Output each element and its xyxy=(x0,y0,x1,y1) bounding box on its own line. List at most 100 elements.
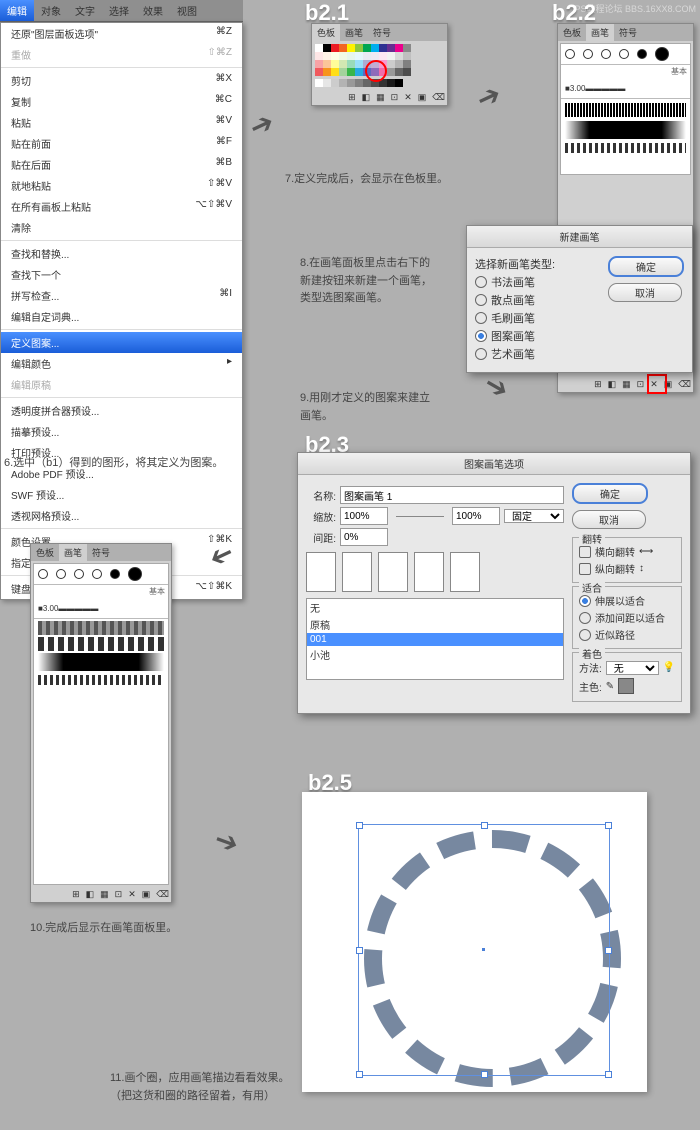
menu-item[interactable]: 透视网格预设... xyxy=(1,505,242,526)
swatch[interactable] xyxy=(339,68,347,76)
swatch[interactable] xyxy=(323,79,331,87)
swatch[interactable] xyxy=(315,60,323,68)
list-item[interactable]: 无 xyxy=(307,599,563,616)
tile-outer[interactable] xyxy=(342,552,372,592)
brush-type-radio[interactable]: 图案画笔 xyxy=(475,328,598,344)
handle[interactable] xyxy=(481,1071,488,1078)
menu-item[interactable]: 拼写检查...⌘I xyxy=(1,285,242,306)
ok-button[interactable]: 确定 xyxy=(572,483,648,504)
menu-item[interactable]: SWF 预设... xyxy=(1,484,242,505)
swatch[interactable] xyxy=(347,52,355,60)
brush-type-radio[interactable]: 散点画笔 xyxy=(475,292,598,308)
swatch[interactable] xyxy=(355,60,363,68)
menu-item[interactable]: 剪切⌘X xyxy=(1,70,242,91)
swatch[interactable] xyxy=(395,68,403,76)
panel-tab[interactable]: 符号 xyxy=(368,24,396,41)
swatch[interactable] xyxy=(395,44,403,52)
handle[interactable] xyxy=(605,947,612,954)
swatch[interactable] xyxy=(403,68,411,76)
swatch[interactable] xyxy=(363,52,371,60)
panel-tab[interactable]: 符号 xyxy=(614,24,642,41)
swatch[interactable] xyxy=(363,44,371,52)
cancel-button[interactable]: 取消 xyxy=(572,510,646,529)
panel-tab[interactable]: 画笔 xyxy=(586,24,614,41)
swatch[interactable] xyxy=(339,44,347,52)
swatch[interactable] xyxy=(403,44,411,52)
name-input[interactable] xyxy=(340,486,564,504)
footer-icon[interactable]: ⊞ xyxy=(594,379,602,390)
menu-item[interactable]: 清除 xyxy=(1,217,242,238)
fit-radio[interactable]: 近似路径 xyxy=(579,627,675,642)
footer-icon[interactable]: ⌫ xyxy=(432,92,445,103)
swatch[interactable] xyxy=(379,44,387,52)
menu-item[interactable]: 编辑自定词典... xyxy=(1,306,242,327)
swatch[interactable] xyxy=(339,79,347,87)
panel-tab[interactable]: 色板 xyxy=(558,24,586,41)
footer-icon[interactable]: ◧ xyxy=(362,92,371,103)
handle[interactable] xyxy=(356,947,363,954)
brush-type-radio[interactable]: 书法画笔 xyxy=(475,274,598,290)
footer-icon[interactable]: ⊡ xyxy=(115,889,123,900)
handle[interactable] xyxy=(605,1071,612,1078)
swatch[interactable] xyxy=(371,44,379,52)
menu-tab[interactable]: 对象 xyxy=(34,0,68,21)
menu-item[interactable]: 还原"图层面板选项"⌘Z xyxy=(1,23,242,44)
swatch[interactable] xyxy=(395,79,403,87)
swatch[interactable] xyxy=(355,44,363,52)
panel-tab[interactable]: 色板 xyxy=(31,544,59,561)
footer-icon[interactable]: ✕ xyxy=(128,889,136,900)
panel-tab[interactable]: 符号 xyxy=(87,544,115,561)
swatch[interactable] xyxy=(355,68,363,76)
list-item[interactable]: 001 xyxy=(307,633,563,646)
swatch[interactable] xyxy=(403,52,411,60)
scale-mode-select[interactable]: 固定 xyxy=(504,509,564,523)
footer-icon[interactable]: ⌫ xyxy=(156,889,169,900)
menu-item[interactable]: 编辑颜色 xyxy=(1,353,242,374)
scale-input-2[interactable] xyxy=(452,507,500,525)
pattern-listbox[interactable]: 无原稿001小池 xyxy=(306,598,564,680)
menu-tab[interactable]: 视图 xyxy=(170,0,204,21)
swatch[interactable] xyxy=(323,52,331,60)
swatch[interactable] xyxy=(315,44,323,52)
footer-icon[interactable]: ▦ xyxy=(622,379,631,390)
swatch[interactable] xyxy=(379,52,387,60)
swatch[interactable] xyxy=(387,44,395,52)
menu-item[interactable]: 透明度拼合器预设... xyxy=(1,400,242,421)
menu-item[interactable]: 贴在前面⌘F xyxy=(1,133,242,154)
swatch[interactable] xyxy=(339,52,347,60)
swatch[interactable] xyxy=(355,52,363,60)
menu-item[interactable]: 查找下一个 xyxy=(1,264,242,285)
tile-start[interactable] xyxy=(414,552,444,592)
list-item[interactable]: 小池 xyxy=(307,646,563,663)
swatch[interactable] xyxy=(331,52,339,60)
menu-tab[interactable]: 效果 xyxy=(136,0,170,21)
menu-item[interactable]: 粘贴⌘V xyxy=(1,112,242,133)
footer-icon[interactable]: ▦ xyxy=(100,889,109,900)
menu-tab[interactable]: 文字 xyxy=(68,0,102,21)
swatch[interactable] xyxy=(331,44,339,52)
swatch[interactable] xyxy=(387,60,395,68)
keycolor-swatch[interactable] xyxy=(618,678,634,694)
panel-tab[interactable]: 色板 xyxy=(312,24,340,41)
menu-item[interactable]: 编辑原稿 xyxy=(1,374,242,395)
swatch[interactable] xyxy=(403,60,411,68)
swatch[interactable] xyxy=(347,68,355,76)
menu-item[interactable]: 贴在后面⌘B xyxy=(1,154,242,175)
panel-tab[interactable]: 画笔 xyxy=(340,24,368,41)
gap-input[interactable] xyxy=(340,528,388,546)
menu-tab[interactable]: 选择 xyxy=(102,0,136,21)
swatch[interactable] xyxy=(331,79,339,87)
footer-icon[interactable]: ▣ xyxy=(142,889,151,900)
swatch[interactable] xyxy=(347,79,355,87)
flip-v-checkbox[interactable]: 纵向翻转 ↕ xyxy=(579,561,675,576)
brush-type-radio[interactable]: 艺术画笔 xyxy=(475,346,598,362)
swatch[interactable] xyxy=(371,52,379,60)
menu-item[interactable]: 就地粘贴⇧⌘V xyxy=(1,175,242,196)
footer-icon[interactable]: ⊞ xyxy=(348,92,356,103)
flip-h-checkbox[interactable]: 横向翻转 ⟷ xyxy=(579,544,675,559)
swatch[interactable] xyxy=(315,52,323,60)
swatch[interactable] xyxy=(395,52,403,60)
swatch[interactable] xyxy=(355,79,363,87)
handle[interactable] xyxy=(481,822,488,829)
menu-item[interactable]: 描摹预设... xyxy=(1,421,242,442)
